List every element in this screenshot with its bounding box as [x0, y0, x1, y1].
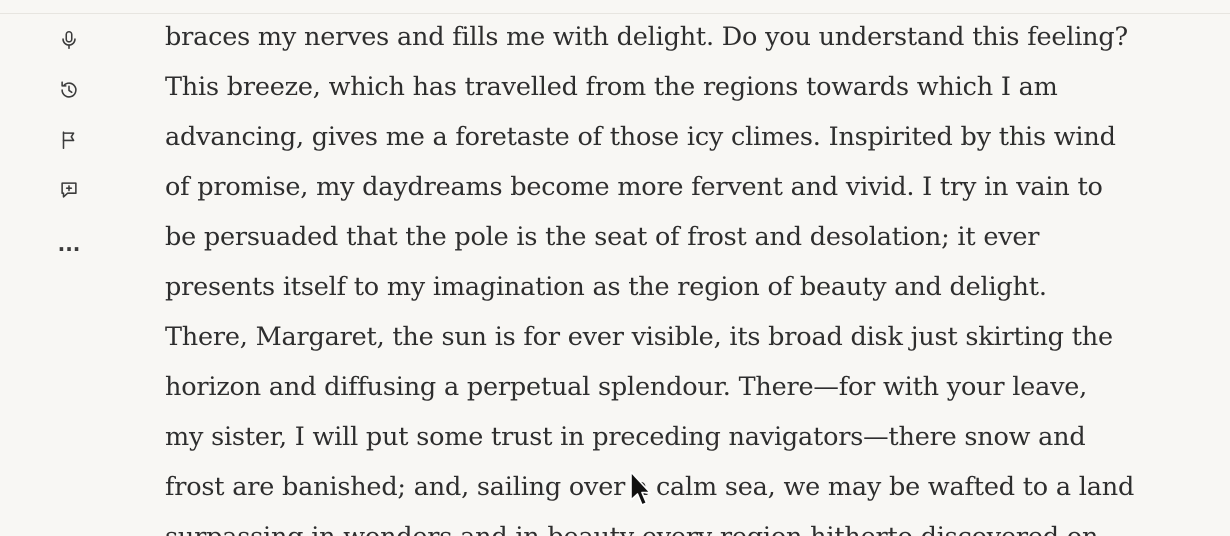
text-line: There, Margaret, the sun is for ever vis… — [165, 322, 1113, 352]
more-icon: ... — [57, 232, 81, 256]
add-comment-button[interactable] — [44, 170, 94, 210]
flag-icon — [62, 131, 75, 150]
text-line: surpassing in wonders and in beauty ever… — [165, 512, 1225, 536]
text-line: advancing, gives me a foretaste of those… — [165, 122, 1116, 152]
text-line: This breeze, which has travelled from th… — [165, 72, 1058, 102]
history-button[interactable] — [44, 70, 94, 110]
text-line: be persuaded that the pole is the seat o… — [165, 222, 1040, 252]
more-options-button[interactable]: ... — [44, 224, 94, 264]
microphone-icon — [62, 30, 76, 50]
reader-text: braces my nerves and fills me with delig… — [165, 12, 1225, 536]
paragraph: braces my nerves and fills me with delig… — [165, 12, 1225, 536]
mouse-pointer-icon — [630, 471, 651, 506]
flag-button[interactable] — [44, 120, 94, 160]
text-line: braces my nerves and fills me with delig… — [165, 22, 1128, 52]
history-icon — [61, 81, 77, 98]
text-line: of promise, my daydreams become more fer… — [165, 172, 1103, 202]
listen-button[interactable] — [44, 20, 94, 60]
text-line: frost are banished; and, sailing over a … — [165, 472, 1135, 502]
add-comment-icon — [61, 182, 77, 198]
text-line: my sister, I will put some trust in prec… — [165, 422, 1086, 452]
text-line: horizon and diffusing a perpetual splend… — [165, 372, 1088, 402]
text-line: presents itself to my imagination as the… — [165, 272, 1047, 302]
